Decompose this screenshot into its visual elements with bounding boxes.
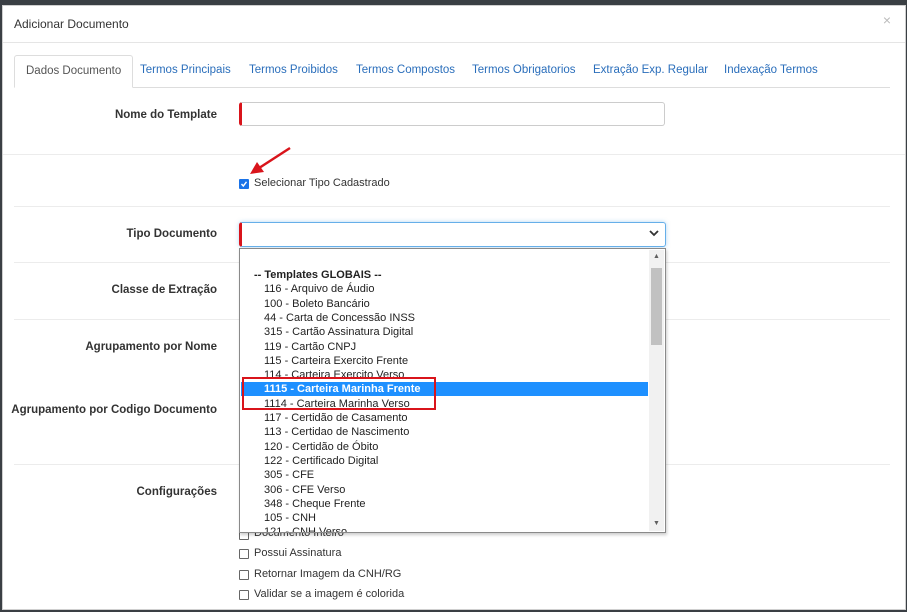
dropdown-option[interactable]: 120 - Certidão de Óbito bbox=[241, 440, 648, 454]
configuracoes-label: Configurações bbox=[136, 486, 217, 498]
tab-termos-obrigatorios[interactable]: Termos Obrigatorios bbox=[472, 55, 576, 86]
dropdown-option[interactable]: 115 - Carteira Exercito Frente bbox=[241, 354, 648, 368]
divider bbox=[14, 206, 890, 207]
dialog-header: Adicionar Documento × bbox=[3, 6, 905, 43]
tab-termos-compostos[interactable]: Termos Compostos bbox=[356, 55, 455, 86]
dropdown-option[interactable]: 121 - CNH Verso bbox=[241, 525, 648, 532]
check-icon bbox=[240, 181, 248, 188]
possui-assinatura-label: Possui Assinatura bbox=[254, 547, 342, 559]
tipo-documento-label: Tipo Documento bbox=[126, 228, 217, 240]
dropdown-option[interactable]: 315 - Cartão Assinatura Digital bbox=[241, 325, 648, 339]
tab-bar: Dados Documento Termos Principais Termos… bbox=[14, 55, 890, 88]
dropdown-option[interactable]: 348 - Cheque Frente bbox=[241, 497, 648, 511]
nome-template-input[interactable] bbox=[239, 102, 665, 126]
divider bbox=[3, 154, 905, 155]
agrupamento-nome-label: Agrupamento por Nome bbox=[85, 341, 217, 353]
tab-dados-documento[interactable]: Dados Documento bbox=[14, 55, 134, 88]
tab-extracao-exp-regular[interactable]: Extração Exp. Regular bbox=[593, 55, 708, 86]
retornar-imagem-checkbox[interactable] bbox=[239, 570, 249, 580]
possui-assinatura-checkbox[interactable] bbox=[239, 549, 249, 559]
dropdown-option[interactable]: 100 - Boleto Bancário bbox=[241, 297, 648, 311]
retornar-imagem-label: Retornar Imagem da CNH/RG bbox=[254, 568, 402, 580]
annotation-highlight-box bbox=[242, 377, 436, 410]
dropdown-option[interactable]: 119 - Cartão CNPJ bbox=[241, 340, 648, 354]
dropdown-option[interactable]: 305 - CFE bbox=[241, 468, 648, 482]
dropdown-option[interactable]: 113 - Certidao de Nascimento bbox=[241, 425, 648, 439]
dialog-title: Adicionar Documento bbox=[14, 17, 129, 31]
annotation-arrow-icon bbox=[250, 146, 291, 174]
dropdown-group-header: -- Templates GLOBAIS -- bbox=[254, 269, 382, 281]
tipo-documento-select[interactable] bbox=[239, 222, 666, 247]
selecionar-tipo-checkbox[interactable] bbox=[239, 179, 249, 189]
classe-extracao-label: Classe de Extração bbox=[111, 284, 217, 296]
dropdown-option[interactable]: 117 - Certidão de Casamento bbox=[241, 411, 648, 425]
close-icon[interactable]: × bbox=[883, 12, 891, 28]
dropdown-option[interactable]: 306 - CFE Verso bbox=[241, 483, 648, 497]
tab-termos-proibidos[interactable]: Termos Proibidos bbox=[249, 55, 338, 86]
dropdown-scrollbar[interactable]: ▲ ▼ bbox=[649, 250, 664, 531]
validar-colorida-label: Validar se a imagem é colorida bbox=[254, 588, 405, 600]
agrupamento-codigo-label: Agrupamento por Codigo Documento bbox=[11, 404, 217, 416]
scroll-up-icon[interactable]: ▲ bbox=[649, 250, 664, 264]
dropdown-option[interactable]: 122 - Certificado Digital bbox=[241, 454, 648, 468]
scroll-down-icon[interactable]: ▼ bbox=[649, 517, 664, 531]
dropdown-option[interactable]: 105 - CNH bbox=[241, 511, 648, 525]
tab-indexacao-termos[interactable]: Indexação Termos bbox=[724, 55, 818, 86]
scrollbar-thumb[interactable] bbox=[651, 268, 662, 345]
chevron-down-icon bbox=[649, 230, 659, 237]
validar-colorida-checkbox[interactable] bbox=[239, 590, 249, 600]
add-document-dialog: Adicionar Documento × Dados Documento Te… bbox=[2, 5, 906, 610]
selecionar-tipo-label: Selecionar Tipo Cadastrado bbox=[254, 177, 390, 189]
nome-template-label: Nome do Template bbox=[114, 109, 217, 121]
dropdown-option[interactable]: 44 - Carta de Concessão INSS bbox=[241, 311, 648, 325]
tab-termos-principais[interactable]: Termos Principais bbox=[140, 55, 231, 86]
dropdown-option[interactable]: 116 - Arquivo de Áudio bbox=[241, 282, 648, 296]
